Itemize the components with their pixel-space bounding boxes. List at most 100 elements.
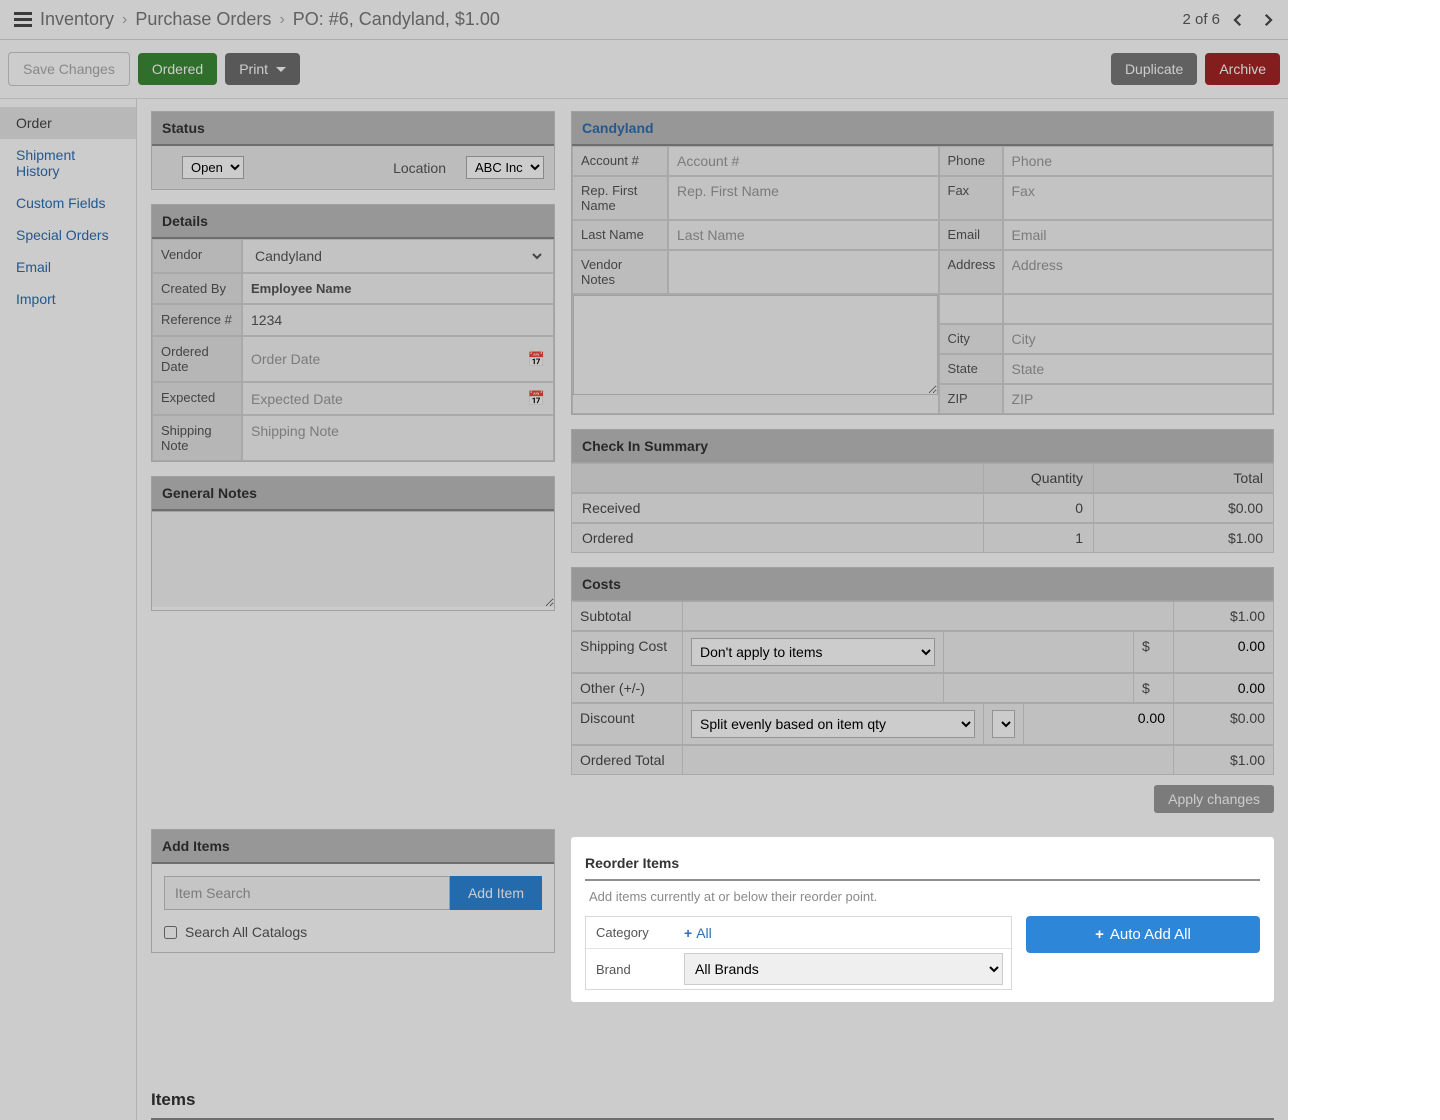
ordered-button[interactable]: Ordered [138, 53, 217, 85]
pager-prev-button[interactable] [1226, 8, 1250, 32]
apply-changes-button[interactable]: Apply changes [1154, 785, 1274, 813]
menu-icon[interactable] [14, 12, 32, 27]
auto-add-all-button[interactable]: +Auto Add All [1026, 916, 1260, 953]
vendor-select[interactable]: Candyland [251, 247, 545, 265]
breadcrumb-inventory[interactable]: Inventory [40, 9, 114, 30]
address-label: Address [939, 250, 1003, 294]
vendor-label: Vendor [152, 239, 242, 273]
ordered-label: Ordered [572, 524, 983, 552]
reference-label: Reference # [152, 304, 242, 336]
subtotal-value: $1.00 [1173, 602, 1273, 630]
rep-first-label: Rep. First Name [572, 176, 668, 220]
vendor-name-link[interactable]: Candyland [582, 120, 654, 136]
zip-input[interactable] [1012, 391, 1265, 407]
sidebar-item-special-orders[interactable]: Special Orders [0, 219, 136, 251]
col-qty-header: Quantity [983, 464, 1093, 492]
pager-label: 2 of 6 [1182, 11, 1220, 28]
account-input[interactable] [677, 153, 930, 169]
vendor-notes-textarea[interactable] [573, 295, 938, 395]
checkin-summary-panel: Check In Summary Quantity Total Received… [571, 429, 1274, 553]
shipping-note-input[interactable] [251, 423, 545, 439]
details-panel: Details Vendor Candyland Created By Empl… [151, 204, 555, 462]
reference-input[interactable] [251, 312, 545, 328]
ordered-date-label: Ordered Date [152, 336, 242, 382]
sidebar-item-order[interactable]: Order [0, 107, 136, 139]
state-input[interactable] [1012, 361, 1265, 377]
search-all-catalogs-label: Search All Catalogs [185, 924, 307, 940]
general-notes-textarea[interactable] [152, 511, 554, 607]
ordered-qty: 1 [983, 524, 1093, 552]
created-by-value: Employee Name [242, 273, 554, 304]
topbar: Inventory › Purchase Orders › PO: #6, Ca… [0, 0, 1288, 40]
discount-label: Discount [572, 704, 682, 744]
chevron-down-icon [276, 67, 286, 72]
discount-select[interactable]: Split evenly based on item qty [691, 710, 975, 738]
city-label: City [939, 324, 1003, 354]
last-name-label: Last Name [572, 220, 668, 250]
category-label: Category [586, 917, 676, 948]
location-select[interactable]: ABC Inc [466, 156, 544, 179]
add-items-panel: Add Items Add Item Search All Catalogs [151, 829, 555, 953]
discount-input[interactable] [1032, 710, 1165, 726]
calendar-icon[interactable]: 📅 [528, 351, 545, 368]
vendor-panel: Candyland Account # Phone Rep. First Nam… [571, 111, 1274, 415]
calendar-icon[interactable]: 📅 [528, 390, 545, 407]
city-input[interactable] [1012, 331, 1265, 347]
phone-label: Phone [939, 146, 1003, 176]
sidebar-item-shipment-history[interactable]: Shipment History [0, 139, 136, 187]
costs-header: Costs [571, 567, 1274, 601]
plus-icon: + [684, 925, 692, 941]
sidebar-item-email[interactable]: Email [0, 251, 136, 283]
expected-input[interactable] [251, 391, 522, 407]
save-changes-button: Save Changes [8, 52, 130, 86]
other-label: Other (+/-) [572, 674, 682, 702]
shipping-cost-select[interactable]: Don't apply to items [691, 638, 935, 666]
phone-input[interactable] [1012, 153, 1265, 169]
items-section: Items [137, 1082, 1288, 1120]
archive-button[interactable]: Archive [1205, 53, 1280, 85]
other-input[interactable] [1182, 680, 1265, 696]
expected-label: Expected [152, 382, 242, 415]
reorder-items-header: Reorder Items [585, 849, 1260, 881]
status-select[interactable]: Open [182, 156, 244, 179]
duplicate-button[interactable]: Duplicate [1111, 53, 1197, 85]
state-label: State [939, 354, 1003, 384]
category-all-link[interactable]: +All [684, 925, 712, 941]
ordered-total-value: $1.00 [1173, 746, 1273, 774]
breadcrumb: Inventory › Purchase Orders › PO: #6, Ca… [14, 9, 500, 30]
address2-input[interactable] [1012, 301, 1265, 317]
print-button[interactable]: Print [225, 53, 300, 85]
pager-next-button[interactable] [1256, 8, 1280, 32]
received-label: Received [572, 494, 983, 522]
ordered-date-input[interactable] [251, 351, 522, 367]
zip-label: ZIP [939, 384, 1003, 414]
received-qty: 0 [983, 494, 1093, 522]
ordered-total-label: Ordered Total [572, 746, 682, 774]
rep-first-input[interactable] [677, 183, 930, 199]
last-name-input[interactable] [677, 227, 930, 243]
email-input[interactable] [1012, 227, 1265, 243]
shipping-cost-input[interactable] [1182, 638, 1265, 654]
fax-input[interactable] [1012, 183, 1265, 199]
add-item-button[interactable]: Add Item [450, 876, 542, 910]
address-input[interactable] [1012, 257, 1265, 273]
action-bar: Save Changes Ordered Print Duplicate Arc… [0, 40, 1288, 99]
email-label: Email [939, 220, 1003, 250]
sidebar-item-custom-fields[interactable]: Custom Fields [0, 187, 136, 219]
discount-amount: $0.00 [1173, 704, 1273, 744]
add-items-header: Add Items [152, 830, 554, 864]
brand-select[interactable]: All Brands [684, 953, 1003, 985]
sidebar-item-import[interactable]: Import [0, 283, 136, 315]
discount-currency-select[interactable]: $ [992, 710, 1015, 738]
vendor-notes-label: Vendor Notes [572, 250, 668, 294]
item-search-input[interactable] [164, 876, 450, 910]
reorder-items-panel: Reorder Items Add items currently at or … [571, 837, 1274, 1002]
search-all-catalogs-checkbox[interactable] [164, 926, 177, 939]
shipping-cost-label: Shipping Cost [572, 632, 682, 672]
fax-label: Fax [939, 176, 1003, 220]
plus-icon: + [1095, 926, 1104, 943]
breadcrumb-purchase-orders[interactable]: Purchase Orders [135, 9, 271, 30]
pager: 2 of 6 [1182, 8, 1280, 32]
general-notes-panel: General Notes [151, 476, 555, 611]
account-label: Account # [572, 146, 668, 176]
